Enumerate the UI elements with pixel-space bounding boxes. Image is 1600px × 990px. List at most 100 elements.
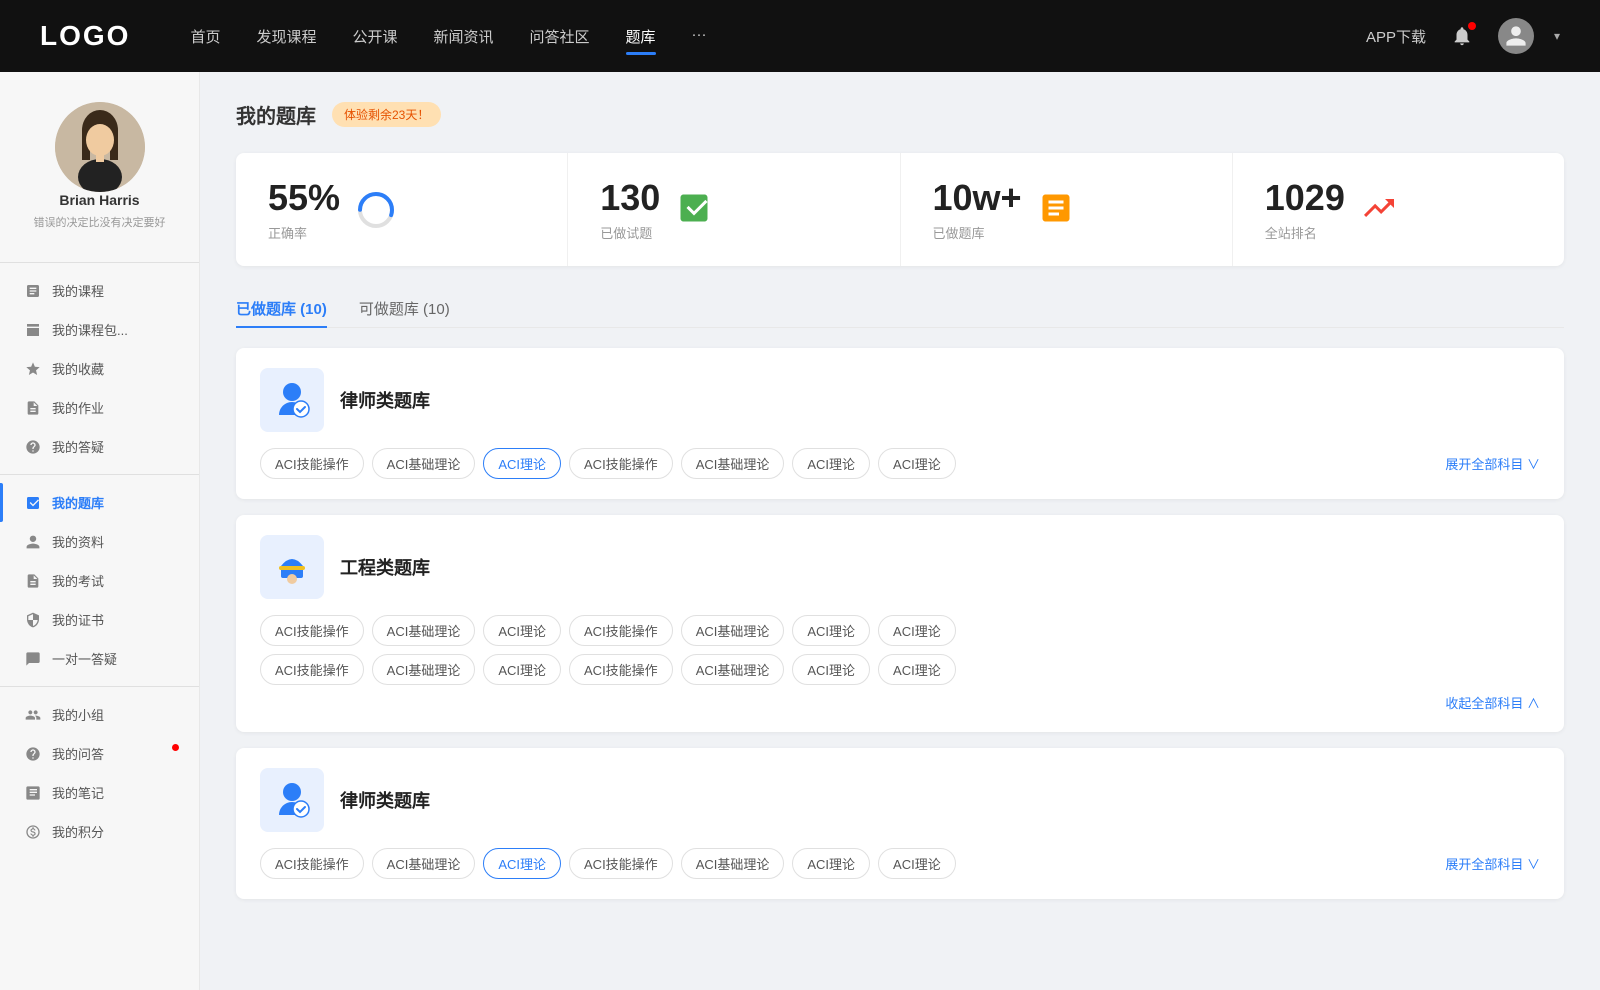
bank-card-3-header: 律师类题库 — [260, 768, 1540, 832]
course-packages-icon — [24, 321, 42, 339]
tag[interactable]: ACI基础理论 — [372, 615, 476, 646]
ranking-icon — [1361, 190, 1401, 230]
stat-done-questions: 130 已做试题 — [568, 153, 900, 266]
tag[interactable]: ACI理论 — [792, 848, 870, 879]
sidebar-label-exams: 我的考试 — [52, 571, 104, 590]
page-body: Brian Harris 错误的决定比没有决定要好 我的课程 我的课程包... … — [0, 72, 1600, 990]
tag[interactable]: ACI理论 — [878, 654, 956, 685]
sidebar-item-certificates[interactable]: 我的证书 — [0, 600, 199, 639]
tag[interactable]: ACI基础理论 — [681, 848, 785, 879]
tag-selected[interactable]: ACI理论 — [483, 448, 561, 479]
tag[interactable]: ACI技能操作 — [260, 615, 364, 646]
tag[interactable]: ACI技能操作 — [569, 448, 673, 479]
bank-1-title: 律师类题库 — [340, 387, 430, 413]
ranking-value: 1029 — [1265, 177, 1345, 219]
sidebar-item-favorites[interactable]: 我的收藏 — [0, 349, 199, 388]
bank-1-tags: ACI技能操作 ACI基础理论 ACI理论 ACI技能操作 ACI基础理论 AC… — [260, 448, 1437, 479]
done-questions-icon — [676, 190, 716, 230]
sidebar-item-my-qa[interactable]: 我的问答 — [0, 734, 199, 773]
tag[interactable]: ACI基础理论 — [681, 654, 785, 685]
tag[interactable]: ACI基础理论 — [681, 615, 785, 646]
bank-2-tags-row2: ACI技能操作 ACI基础理论 ACI理论 ACI技能操作 ACI基础理论 AC… — [260, 654, 1540, 685]
nav-open-course[interactable]: 公开课 — [352, 22, 397, 51]
tag[interactable]: ACI理论 — [878, 448, 956, 479]
nav-discover[interactable]: 发现课程 — [256, 22, 316, 51]
sidebar-label-notes: 我的笔记 — [52, 783, 104, 802]
sidebar-item-my-courses[interactable]: 我的课程 — [0, 271, 199, 310]
certificates-icon — [24, 611, 42, 629]
accuracy-icon — [356, 190, 396, 230]
nav-qa[interactable]: 问答社区 — [530, 22, 590, 51]
tab-available-banks[interactable]: 可做题库 (10) — [359, 290, 450, 327]
tag[interactable]: ACI技能操作 — [569, 654, 673, 685]
expand-bank-1[interactable]: 展开全部科目 ∨ — [1445, 454, 1540, 473]
tag[interactable]: ACI基础理论 — [372, 848, 476, 879]
app-download-button[interactable]: APP下载 — [1366, 26, 1426, 47]
nav-home[interactable]: 首页 — [190, 22, 220, 51]
sidebar-label-my-courses: 我的课程 — [52, 281, 104, 300]
tag[interactable]: ACI基础理论 — [372, 654, 476, 685]
sidebar-item-homework[interactable]: 我的作业 — [0, 388, 199, 427]
sidebar-item-one-on-one[interactable]: 一对一答疑 — [0, 639, 199, 678]
expand-bank-3[interactable]: 展开全部科目 ∨ — [1445, 854, 1540, 873]
profile-avatar — [55, 102, 145, 192]
tag[interactable]: ACI理论 — [483, 654, 561, 685]
bank-card-1: 律师类题库 ACI技能操作 ACI基础理论 ACI理论 ACI技能操作 ACI基… — [236, 348, 1564, 499]
tag[interactable]: ACI基础理论 — [372, 448, 476, 479]
tag[interactable]: ACI理论 — [878, 615, 956, 646]
points-icon — [24, 823, 42, 841]
questions-icon — [24, 438, 42, 456]
nav-question-bank[interactable]: 题库 — [626, 22, 656, 51]
sidebar-item-groups[interactable]: 我的小组 — [0, 695, 199, 734]
logo[interactable]: LOGO — [40, 20, 130, 52]
bank-3-icon-wrap — [260, 768, 324, 832]
sidebar-item-profile-data[interactable]: 我的资料 — [0, 522, 199, 561]
nav-dropdown-chevron[interactable]: ▾ — [1554, 29, 1560, 43]
done-questions-value: 130 — [600, 177, 660, 219]
sidebar-label-my-qa: 我的问答 — [52, 744, 104, 763]
tag[interactable]: ACI技能操作 — [569, 615, 673, 646]
sidebar-item-exams[interactable]: 我的考试 — [0, 561, 199, 600]
engineer-icon — [271, 546, 313, 588]
tag[interactable]: ACI技能操作 — [260, 448, 364, 479]
tag[interactable]: ACI技能操作 — [260, 848, 364, 879]
sidebar-item-questions[interactable]: 我的答疑 — [0, 427, 199, 466]
trial-badge: 体验剩余23天！ — [332, 102, 441, 127]
tab-done-banks[interactable]: 已做题库 (10) — [236, 290, 327, 327]
sidebar-item-points[interactable]: 我的积分 — [0, 812, 199, 851]
collapse-bank-2[interactable]: 收起全部科目 ∧ — [1445, 693, 1540, 712]
nav-more[interactable]: ··· — [692, 22, 707, 51]
sidebar-label-one-on-one: 一对一答疑 — [52, 649, 117, 668]
sidebar-item-course-packages[interactable]: 我的课程包... — [0, 310, 199, 349]
tag[interactable]: ACI理论 — [792, 654, 870, 685]
tag-selected[interactable]: ACI理论 — [483, 848, 561, 879]
nav-right: APP下载 ▾ — [1366, 18, 1560, 54]
courses-icon — [24, 282, 42, 300]
nav-news[interactable]: 新闻资讯 — [434, 22, 494, 51]
profile-avatar-icon — [55, 102, 145, 192]
notification-bell[interactable] — [1446, 20, 1478, 52]
user-avatar-icon — [1504, 24, 1528, 48]
done-banks-value: 10w+ — [933, 177, 1022, 219]
tag[interactable]: ACI技能操作 — [260, 654, 364, 685]
profile-name: Brian Harris — [59, 192, 139, 208]
sidebar-item-notes[interactable]: 我的笔记 — [0, 773, 199, 812]
bank-2-icon-wrap — [260, 535, 324, 599]
sidebar-item-question-bank[interactable]: 我的题库 — [0, 483, 199, 522]
tag[interactable]: ACI技能操作 — [569, 848, 673, 879]
bank-1-icon-wrap — [260, 368, 324, 432]
tag[interactable]: ACI理论 — [483, 615, 561, 646]
avatar[interactable] — [1498, 18, 1534, 54]
navbar: LOGO 首页 发现课程 公开课 新闻资讯 问答社区 题库 ··· APP下载 … — [0, 0, 1600, 72]
accuracy-value: 55% — [268, 177, 340, 219]
stats-row: 55% 正确率 130 已做试题 — [236, 153, 1564, 266]
done-questions-label: 已做试题 — [600, 223, 660, 242]
tag[interactable]: ACI理论 — [792, 615, 870, 646]
sidebar-label-certificates: 我的证书 — [52, 610, 104, 629]
tag[interactable]: ACI理论 — [878, 848, 956, 879]
profile-data-icon — [24, 533, 42, 551]
tag[interactable]: ACI基础理论 — [681, 448, 785, 479]
tag[interactable]: ACI理论 — [792, 448, 870, 479]
stat-accuracy: 55% 正确率 — [236, 153, 568, 266]
homework-icon — [24, 399, 42, 417]
